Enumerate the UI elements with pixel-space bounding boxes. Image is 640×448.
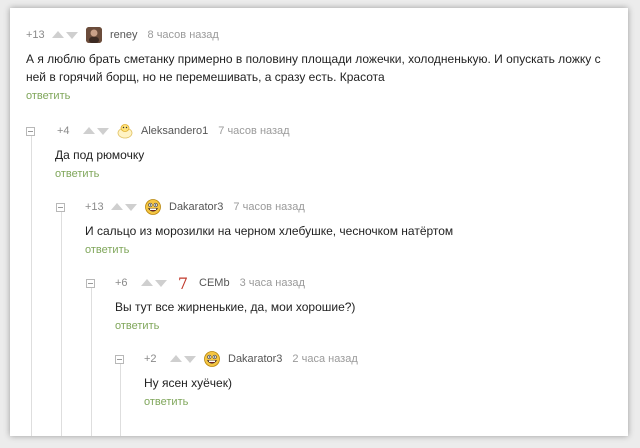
vote-controls: [111, 203, 137, 211]
upvote-icon[interactable]: [52, 31, 64, 38]
comment: +13 Dakarator3 7 часов назад И сальцо из…: [56, 198, 596, 258]
comment-text: Вы тут все жирненькие, да, мои хорошие?): [115, 300, 356, 314]
comment-time[interactable]: 2 часа назад: [292, 353, 357, 365]
comment-header: +6 7 CEMb 3 часа назад: [86, 274, 606, 292]
troll-face-avatar-icon[interactable]: [204, 351, 220, 367]
comment-author[interactable]: reney: [110, 29, 138, 41]
comment-header: +13 Dakarator3 7 часов назад: [56, 198, 596, 216]
comment-text: Ну ясен хуёчек): [144, 376, 232, 390]
comment-time[interactable]: 3 часа назад: [240, 277, 305, 289]
upvote-icon[interactable]: [83, 127, 95, 134]
seven-avatar-icon[interactable]: 7: [175, 275, 191, 291]
comment-score: +2: [144, 353, 157, 365]
comment-score: +6: [115, 277, 128, 289]
comment-score: +4: [57, 125, 70, 137]
vote-controls: [83, 127, 109, 135]
reply-link[interactable]: ответить: [55, 168, 99, 180]
comment-author[interactable]: Dakarator3: [228, 353, 282, 365]
vote-controls: [170, 355, 196, 363]
troll-face-avatar-icon[interactable]: [145, 199, 161, 215]
egg-avatar-icon[interactable]: [117, 123, 133, 139]
downvote-icon[interactable]: [97, 128, 109, 135]
downvote-icon[interactable]: [155, 280, 167, 287]
collapse-toggle-icon[interactable]: [86, 278, 95, 288]
comment: +13 reney 8 часов назад А я люблю брать …: [26, 26, 618, 104]
reply-link[interactable]: ответить: [144, 396, 188, 408]
comment-text: И сальцо из морозилки на черном хлебушке…: [85, 224, 454, 238]
comment: +4 Aleksandero1 7 часов назад Да под рюм…: [26, 122, 586, 182]
comment: +6 7 CEMb 3 часа назад Вы тут все жирнен…: [86, 274, 606, 334]
reply-link[interactable]: ответить: [26, 90, 70, 102]
comment-text: Да под рюмочку: [55, 148, 145, 162]
comment-time[interactable]: 7 часов назад: [233, 201, 304, 213]
comment-author[interactable]: Aleksandero1: [141, 125, 208, 137]
comment: +2 Dakarator3 2 часа назад Ну ясен хуёче…: [115, 350, 615, 410]
reply-link[interactable]: ответить: [85, 244, 129, 256]
comment-header: +4 Aleksandero1 7 часов назад: [26, 122, 586, 140]
comment-time[interactable]: 7 часов назад: [218, 125, 289, 137]
upvote-icon[interactable]: [111, 203, 123, 210]
comment-text: А я люблю брать сметанку примерно в поло…: [26, 52, 601, 84]
comment-author[interactable]: Dakarator3: [169, 201, 223, 213]
collapse-toggle-icon[interactable]: [26, 126, 35, 136]
comment-score: +13: [85, 201, 104, 213]
vote-controls: [141, 279, 167, 287]
upvote-icon[interactable]: [141, 279, 153, 286]
comment-header: +13 reney 8 часов назад: [26, 26, 618, 44]
comment-author[interactable]: CEMb: [199, 277, 230, 289]
downvote-icon[interactable]: [184, 356, 196, 363]
collapse-toggle-icon[interactable]: [56, 202, 65, 212]
photo-avatar-icon[interactable]: [86, 27, 102, 43]
collapse-toggle-icon[interactable]: [115, 354, 124, 364]
upvote-icon[interactable]: [170, 355, 182, 362]
comment-score: +13: [26, 29, 45, 41]
downvote-icon[interactable]: [125, 204, 137, 211]
comment-header: +2 Dakarator3 2 часа назад: [115, 350, 615, 368]
reply-link[interactable]: ответить: [115, 320, 159, 332]
downvote-icon[interactable]: [66, 32, 78, 39]
vote-controls: [52, 31, 78, 39]
comment-time[interactable]: 8 часов назад: [148, 29, 219, 41]
comments-panel: +13 reney 8 часов назад А я люблю брать …: [10, 8, 628, 436]
